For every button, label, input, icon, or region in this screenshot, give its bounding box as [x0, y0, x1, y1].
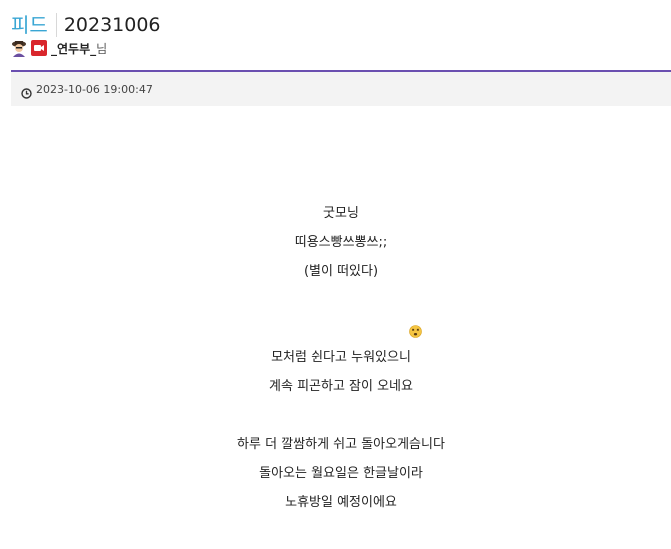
section-label-feed[interactable]: 피드: [11, 13, 48, 37]
video-camera-icon[interactable]: [31, 40, 47, 56]
content-line: 굿모닝: [323, 206, 359, 221]
post-title: 20231006: [63, 14, 161, 36]
content-line: 계속 피곤하고 잠이 오네요: [269, 379, 413, 394]
content-line: 노휴방일 예정이에요: [285, 495, 397, 510]
content-line: 모처럼 쉰다고 누워있으니: [271, 350, 411, 365]
post-timestamp: 2023-10-06 19:00:47: [36, 82, 153, 96]
clock-icon: [21, 84, 32, 99]
dizzy-face-emoji-icon: [409, 323, 422, 338]
author-name[interactable]: _연두부_: [51, 40, 96, 57]
content-line: 하루 더 깔쌈하게 쉬고 돌아오게슴니다: [237, 437, 445, 452]
content-line: (별이 떠있다): [303, 264, 379, 279]
meta-bar: 2023-10-06 19:00:47: [11, 72, 671, 106]
author-honorific: 님: [96, 41, 108, 56]
character-avatar-icon[interactable]: [10, 39, 28, 57]
title-row: 피드 20231006: [11, 12, 161, 38]
post-header: 피드 20231006 _연두부_ 님: [0, 0, 671, 72]
title-separator: [55, 13, 57, 37]
post-content: 굿모닝 띠용스빵쓰뽕쓰;; (별이 떠있다) 모처럼 쉰다고 누워있으니 계속 …: [11, 106, 671, 549]
author-row: _연두부_ 님: [10, 39, 107, 57]
content-line: 띠용스빵쓰뽕쓰;;: [294, 235, 388, 250]
content-line: 돌아오는 월요일은 한글날이라: [259, 466, 423, 481]
